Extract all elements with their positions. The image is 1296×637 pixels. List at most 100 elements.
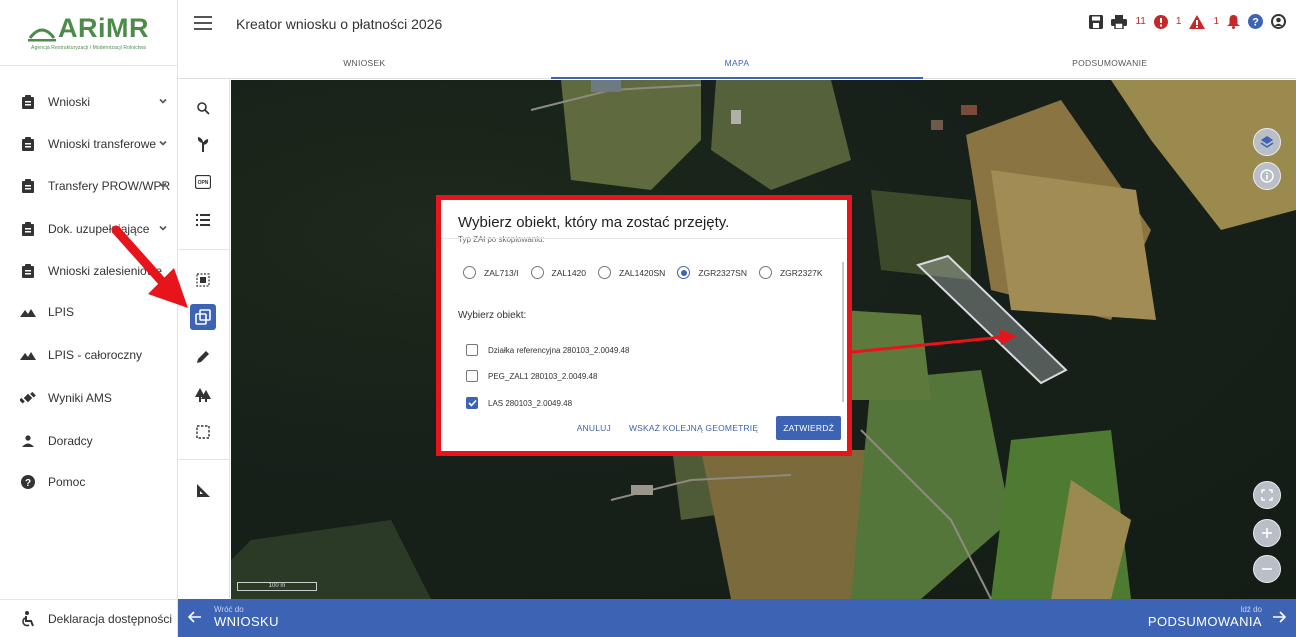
- chevron-down-icon: [159, 140, 167, 146]
- dialog-scrollbar[interactable]: [842, 262, 844, 402]
- confirm-button[interactable]: ZATWIERDŹ: [776, 416, 841, 440]
- checkbox-checked[interactable]: [466, 397, 478, 409]
- forest-tool-button[interactable]: [190, 382, 216, 408]
- sidebar-item-label: Wnioski transferowe: [48, 137, 157, 151]
- checkbox[interactable]: [466, 344, 478, 356]
- arrow-left-icon: [188, 611, 201, 623]
- warning-icon[interactable]: [1189, 14, 1206, 29]
- sidebar-item-label: Transfery PROW/WPR: [48, 179, 171, 193]
- error-icon[interactable]: [1153, 14, 1168, 29]
- bottom-nav-bar: Wróć do WNIOSKU Idź do PODSUMOWANIA: [178, 599, 1296, 637]
- clipboard-icon: [20, 178, 36, 194]
- top-bar: Kreator wniosku o płatności 2026 11 1 1 …: [178, 0, 1296, 48]
- print-icon[interactable]: [1111, 14, 1128, 29]
- select-area-icon: [196, 273, 210, 287]
- annotation-arrow: [111, 225, 188, 308]
- sidebar-item-label: Doradcy: [48, 434, 93, 448]
- account-icon[interactable]: [1271, 14, 1286, 29]
- object-option-las[interactable]: LAS 280103_2.0049.48: [466, 397, 572, 409]
- mountain-icon: [20, 304, 36, 320]
- edit-tool-button[interactable]: [190, 343, 216, 369]
- zoom-in-button[interactable]: [1253, 519, 1281, 547]
- radio-zal1420sn[interactable]: ZAL1420SN: [598, 266, 665, 279]
- back-button[interactable]: Wróć do WNIOSKU: [188, 605, 279, 629]
- radio-button-checked[interactable]: [677, 266, 691, 279]
- zoom-out-button[interactable]: [1253, 555, 1281, 583]
- plus-icon: [1262, 528, 1272, 538]
- search-icon: [196, 101, 210, 115]
- plant-icon: [197, 137, 209, 152]
- checkbox[interactable]: [466, 370, 478, 382]
- object-option-dzialka[interactable]: Działka referencyjna 280103_2.0049.48: [466, 344, 629, 356]
- fullscreen-button[interactable]: [1253, 481, 1281, 509]
- map-toolbar: OPN: [178, 79, 230, 599]
- list-icon: [196, 214, 210, 226]
- header-actions: 11 1 1 ?: [1089, 14, 1286, 29]
- radio-zgr2327sn[interactable]: ZGR2327SN: [677, 266, 747, 279]
- save-icon[interactable]: [1089, 14, 1104, 29]
- search-tool-button[interactable]: [190, 95, 216, 121]
- check-icon: [467, 399, 477, 407]
- sidebar-item-wnioski-transferowe[interactable]: Wnioski transferowe: [0, 128, 178, 160]
- sidebar-item-wyniki-ams[interactable]: Wyniki AMS: [0, 382, 178, 414]
- object-option-peg[interactable]: PEG_ZAL1 280103_2.0049.48: [466, 370, 597, 382]
- info-icon: [1260, 169, 1274, 183]
- logo[interactable]: ARiMR Agencja Restrukturyzacji i Moderni…: [0, 0, 177, 66]
- sidebar-item-pomoc[interactable]: ? Pomoc: [0, 466, 178, 498]
- radio-zal713[interactable]: ZAL713/I: [463, 266, 519, 279]
- radio-zgr2327k[interactable]: ZGR2327K: [758, 266, 823, 279]
- next-button[interactable]: Idź do PODSUMOWANIA: [1148, 605, 1286, 629]
- tab-wniosek[interactable]: WNIOSEK: [178, 48, 551, 78]
- notification-count: 1: [1213, 16, 1219, 27]
- layers-button[interactable]: [1253, 128, 1281, 156]
- fullscreen-icon: [1261, 489, 1273, 501]
- pencil-icon: [196, 350, 209, 363]
- logo-subtitle: Agencja Restrukturyzacji i Modernizacji …: [31, 44, 146, 51]
- radio-button[interactable]: [463, 266, 476, 279]
- error-count: 11: [1135, 16, 1146, 27]
- tab-mapa[interactable]: MAPA: [550, 48, 924, 79]
- radio-button[interactable]: [530, 266, 544, 279]
- arrow-right-icon: [1273, 611, 1286, 623]
- sidebar-item-transfery[interactable]: Transfery PROW/WPR: [0, 170, 178, 202]
- next-geometry-button[interactable]: WSKAŻ KOLEJNĄ GEOMETRIĘ: [629, 423, 758, 433]
- sidebar-item-wnioski[interactable]: Wnioski: [0, 86, 178, 118]
- sidebar-item-label: Wyniki AMS: [48, 391, 112, 405]
- chevron-down-icon: [159, 98, 167, 104]
- trees-icon: [195, 388, 211, 402]
- next-small-label: Idź do: [1240, 605, 1262, 614]
- sidebar-item-label: Pomoc: [48, 475, 86, 489]
- accessibility-icon: [20, 610, 36, 627]
- select-object-label: Wybierz obiekt:: [458, 310, 527, 321]
- svg-text:OPN: OPN: [198, 180, 209, 186]
- measure-tool-button[interactable]: [190, 477, 216, 503]
- menu-icon[interactable]: [194, 16, 212, 30]
- sidebar-item-doradcy[interactable]: Doradcy: [0, 425, 178, 457]
- bell-icon[interactable]: [1227, 14, 1240, 29]
- crop-tool-button[interactable]: [190, 131, 216, 157]
- frame-icon: [196, 425, 210, 439]
- info-button[interactable]: [1253, 162, 1281, 190]
- radio-button[interactable]: [758, 266, 772, 279]
- opn-tool-button[interactable]: OPN: [190, 169, 216, 195]
- tab-bar: WNIOSEK MAPA PODSUMOWANIE: [178, 48, 1296, 79]
- tab-podsumowanie[interactable]: PODSUMOWANIE: [923, 48, 1296, 78]
- clipboard-icon: [20, 221, 36, 237]
- page-title: Kreator wniosku o płatności 2026: [236, 16, 443, 32]
- radio-zal1420[interactable]: ZAL1420: [530, 266, 586, 279]
- accessibility-declaration-link[interactable]: Deklaracja dostępności: [0, 599, 178, 637]
- measure-icon: [196, 483, 210, 497]
- type-radio-group: ZAL713/I ZAL1420 ZAL1420SN ZGR2327SN ZGR…: [463, 266, 835, 279]
- radio-button[interactable]: [598, 266, 611, 279]
- sidebar-item-lpis-caloroczny[interactable]: LPIS - całoroczny: [0, 339, 178, 371]
- back-small-label: Wróć do: [214, 605, 244, 614]
- map-scale: 100 m: [237, 582, 317, 591]
- cancel-button[interactable]: ANULUJ: [577, 423, 611, 433]
- back-big-label: WNIOSKU: [214, 614, 279, 629]
- help-icon[interactable]: ?: [1248, 14, 1263, 29]
- frame-tool-button[interactable]: [190, 419, 216, 445]
- select-object-dialog: Wybierz obiekt, który ma zostać przejęty…: [436, 195, 852, 456]
- logo-arc-icon: [28, 28, 56, 41]
- mountain-icon: [20, 347, 36, 363]
- logo-text: ARiMR: [58, 12, 149, 43]
